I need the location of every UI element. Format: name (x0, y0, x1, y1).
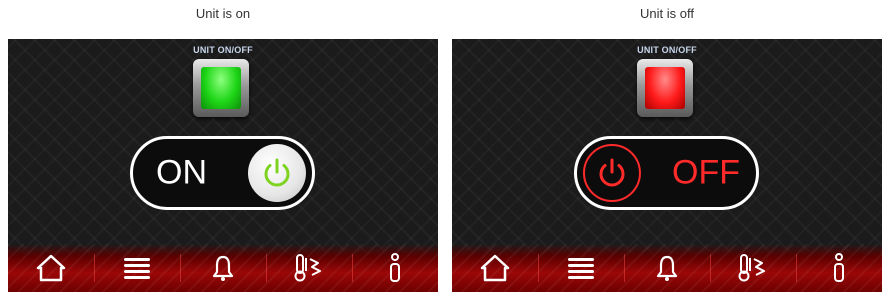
nav-alarms[interactable] (624, 244, 710, 292)
nav-info[interactable] (796, 244, 882, 292)
unit-status-led (637, 59, 693, 117)
bottom-navbar (8, 244, 438, 292)
home-icon (480, 254, 510, 282)
toggle-label: ON (156, 153, 207, 192)
power-toggle[interactable]: ON (130, 136, 315, 210)
caption-unit-on: Unit is on (195, 6, 251, 21)
power-knob[interactable] (248, 144, 306, 202)
power-icon (599, 158, 625, 187)
nav-alarms[interactable] (180, 244, 266, 292)
menu-icon (568, 258, 594, 279)
thermometer-fan-icon (738, 254, 765, 282)
unit-on-screen: UNIT ON/OFF ON (8, 39, 438, 292)
toggle-label: OFF (672, 153, 740, 192)
unit-off-screen: UNIT ON/OFF OFF (452, 39, 882, 292)
unit-onoff-label: UNIT ON/OFF (193, 45, 253, 55)
bottom-navbar (452, 244, 882, 292)
power-toggle[interactable]: OFF (574, 136, 759, 210)
led-red (645, 67, 685, 109)
info-icon (834, 253, 844, 282)
bell-icon (656, 255, 678, 281)
nav-home[interactable] (452, 244, 538, 292)
info-icon (390, 253, 400, 282)
nav-climate[interactable] (710, 244, 796, 292)
unit-onoff-label: UNIT ON/OFF (637, 45, 697, 55)
nav-home[interactable] (8, 244, 94, 292)
nav-climate[interactable] (266, 244, 352, 292)
power-knob[interactable] (583, 144, 641, 202)
nav-info[interactable] (352, 244, 438, 292)
thermometer-fan-icon (294, 254, 321, 282)
nav-menu[interactable] (94, 244, 180, 292)
nav-menu[interactable] (538, 244, 624, 292)
led-green (201, 67, 241, 109)
bell-icon (212, 255, 234, 281)
menu-icon (124, 258, 150, 279)
home-icon (36, 254, 66, 282)
unit-status-led (193, 59, 249, 117)
power-icon (264, 158, 290, 187)
caption-unit-off: Unit is off (640, 6, 694, 21)
